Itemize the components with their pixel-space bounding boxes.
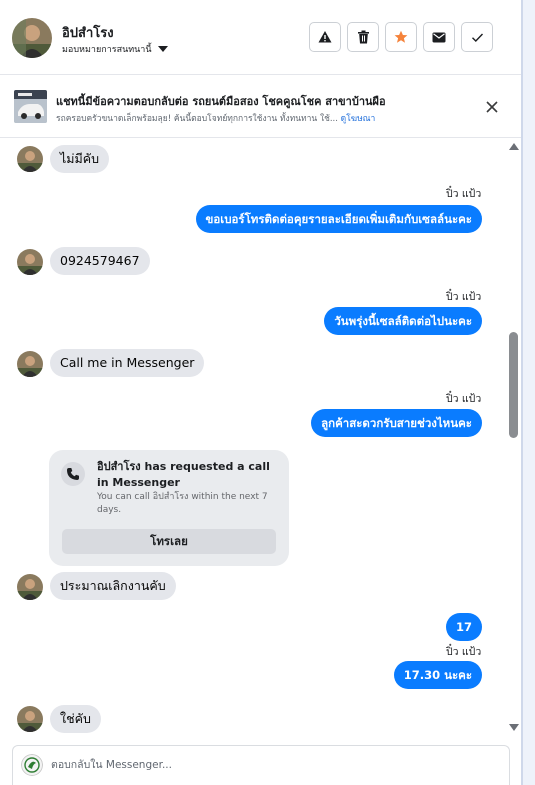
call-request-card: อิปสำโรง has requested a call in Messeng… (49, 450, 289, 566)
reply-input[interactable] (51, 756, 491, 774)
star-button[interactable] (385, 22, 417, 52)
close-icon[interactable] (484, 99, 500, 115)
view-ad-link[interactable]: ดูโฆษณา (341, 114, 376, 124)
seen-by-label: ปิ๋ว แป้ว (446, 393, 482, 405)
seen-by-label: ปิ๋ว แป้ว (446, 188, 482, 200)
reply-composer (12, 745, 510, 785)
mark-unread-button[interactable] (423, 22, 455, 52)
phone-icon (61, 462, 85, 486)
mark-done-button[interactable] (461, 22, 493, 52)
checkmark-icon (471, 33, 483, 42)
call-request-description: You can call อิปสำโรง within the next 7 … (97, 492, 268, 515)
ad-reply-subtitle: รถครอบครัวขนาดเล็กพร้อมลุย! ค้นนี้ตอบโจท… (56, 111, 375, 125)
incoming-message: ไม่มีคับ (50, 145, 110, 173)
incoming-message: ประมาณเลิกงานคับ (50, 572, 176, 600)
message-thread[interactable]: ไม่มีคับ ปิ๋ว แป้ว ขอเบอร์โทรติดต่อคุยรา… (0, 140, 505, 740)
assign-conversation-dropdown[interactable]: มอบหมายการสนทนานี้ (62, 42, 168, 56)
call-request-title: อิปสำโรง has requested a call in Messeng… (97, 459, 282, 491)
contact-avatar-small (17, 351, 43, 377)
outgoing-message: 17 (445, 613, 482, 641)
scroll-up-arrow[interactable] (509, 143, 519, 150)
contact-name[interactable]: อิปสำโรง (62, 22, 114, 43)
chevron-down-icon (157, 46, 168, 52)
outgoing-message: 17.30 นะคะ (393, 661, 482, 689)
call-request-name: อิปสำโรง (97, 460, 141, 473)
scrollbar-thumb[interactable] (509, 332, 518, 438)
assign-label: มอบหมายการสนทนานี้ (62, 45, 152, 55)
seen-by-label: ปิ๋ว แป้ว (446, 291, 482, 303)
envelope-icon (432, 32, 446, 42)
outgoing-message: ขอเบอร์โทรติดต่อคุยรายละเอียดเพิ่มเติมกั… (195, 205, 482, 233)
messenger-chat-panel: อิปสำโรง มอบหมายการสนทนานี้ แชทนี้มีข้อค… (0, 0, 522, 785)
contact-avatar-small (17, 574, 43, 600)
incoming-message: Call me in Messenger (50, 349, 205, 377)
right-side-panel-edge (521, 0, 535, 785)
conversation-header: อิปสำโรง มอบหมายการสนทนานี้ (0, 0, 521, 75)
ad-reply-banner: แชทนี้มีข้อความตอบกลับต่อ รถยนต์มือสอง โ… (0, 75, 521, 138)
scroll-down-arrow[interactable] (509, 724, 519, 731)
page-avatar (21, 754, 43, 776)
mark-spam-button[interactable] (309, 22, 341, 52)
star-icon (394, 30, 408, 43)
outgoing-message: ลูกค้าสะดวกรับสายช่วงไหนคะ (311, 409, 482, 437)
contact-avatar-small (17, 249, 43, 275)
ad-reply-title: แชทนี้มีข้อความตอบกลับต่อ รถยนต์มือสอง โ… (56, 95, 386, 108)
ad-text-preview: รถครอบครัวขนาดเล็กพร้อมลุย! ค้นนี้ตอบโจท… (56, 114, 341, 124)
seen-by-label: ปิ๋ว แป้ว (446, 646, 482, 658)
contact-avatar-small (17, 146, 43, 172)
warning-icon (318, 31, 332, 43)
delete-button[interactable] (347, 22, 379, 52)
ad-thumbnail[interactable] (14, 90, 47, 123)
contact-avatar-small (17, 706, 43, 732)
incoming-message: ใช่คับ (50, 705, 101, 733)
outgoing-message: วันพรุ่งนี้เซลล์ติดต่อไปนะคะ (324, 307, 482, 335)
incoming-message: 0924579467 (50, 247, 150, 275)
panel-divider (521, 0, 523, 785)
call-now-button[interactable]: โทรเลย (62, 529, 276, 554)
header-actions (309, 22, 493, 52)
trash-icon (357, 30, 369, 44)
contact-avatar[interactable] (12, 18, 52, 58)
